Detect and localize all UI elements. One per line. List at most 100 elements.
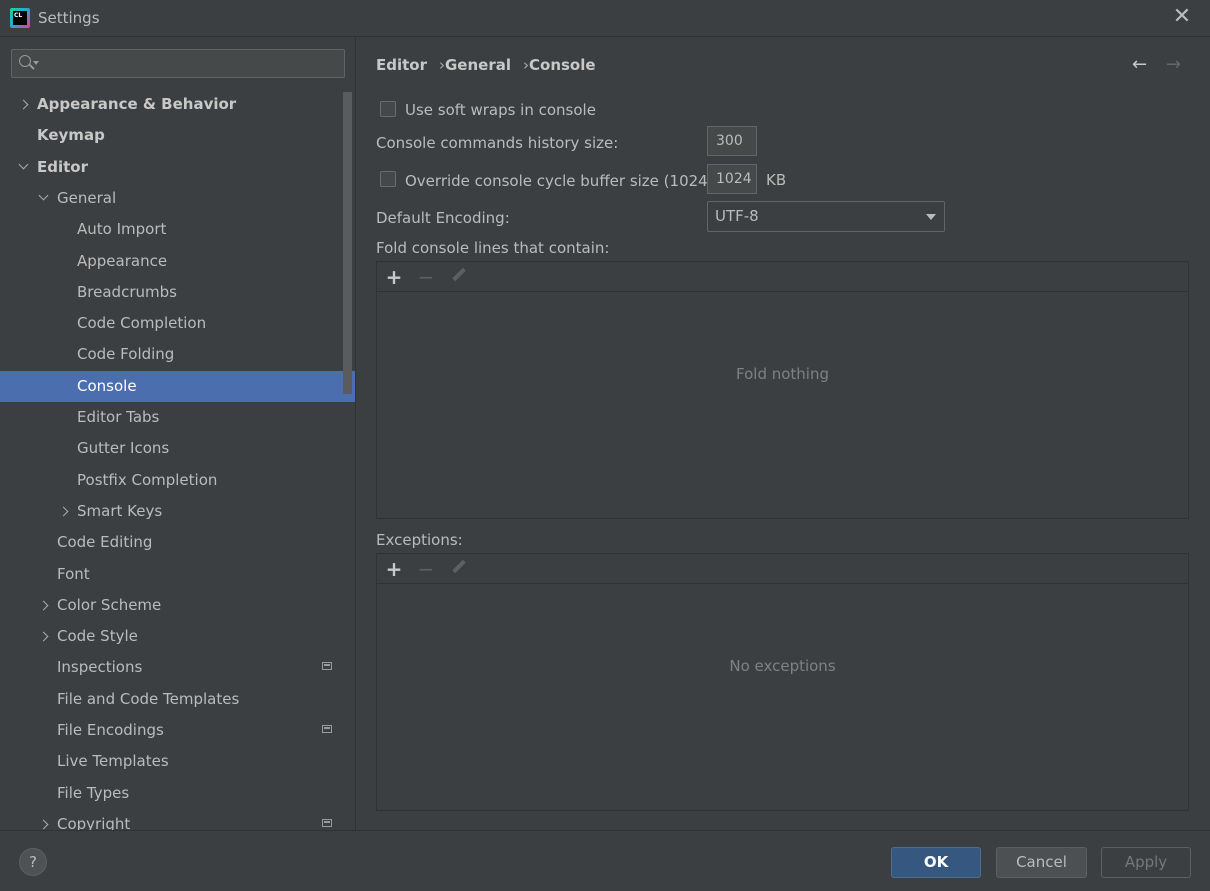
buffer-size-input[interactable]: 1024 [707, 164, 757, 194]
sidebar-item-copyright[interactable]: Copyright [0, 809, 355, 830]
sidebar-item-label: Console [77, 377, 137, 395]
sidebar-item-label: General [57, 189, 117, 207]
history-size-input[interactable]: 300 [707, 126, 757, 156]
sidebar-item-color-scheme[interactable]: Color Scheme [0, 590, 355, 621]
remove-icon[interactable]: − [417, 556, 435, 582]
sidebar-item-console[interactable]: Console [0, 371, 355, 402]
cancel-button[interactable]: Cancel [996, 847, 1087, 878]
close-icon[interactable]: ✕ [1170, 6, 1194, 30]
sidebar-item-postfix-completion[interactable]: Postfix Completion [0, 465, 355, 496]
default-encoding-label: Default Encoding: [376, 209, 510, 227]
sidebar-item-label: Copyright [57, 815, 131, 830]
override-buffer-label[interactable]: Override console cycle buffer size (1024… [405, 172, 738, 190]
chevron-down-icon[interactable] [38, 183, 50, 214]
search-box[interactable] [11, 49, 345, 78]
chevron-right-icon[interactable] [58, 496, 70, 527]
project-scope-icon [322, 819, 332, 827]
sidebar-item-label: File Types [57, 784, 130, 802]
dialog-button-bar: ? OK Cancel Apply [0, 830, 1210, 891]
sidebar-item-label: Code Style [57, 627, 138, 645]
sidebar-item-label: Live Templates [57, 752, 169, 770]
remove-icon[interactable]: − [417, 264, 435, 290]
ok-button[interactable]: OK [891, 847, 981, 878]
fold-lines-list[interactable]: + − Fold nothing [376, 261, 1189, 519]
exceptions-toolbar: + − [377, 554, 1188, 584]
soft-wraps-label[interactable]: Use soft wraps in console [405, 101, 596, 119]
project-scope-icon [322, 725, 332, 733]
sidebar-item-code-style[interactable]: Code Style [0, 621, 355, 652]
settings-sidebar: Appearance & Behavior Keymap Editor General… [0, 37, 356, 830]
edit-pencil-icon[interactable] [451, 268, 467, 284]
chevron-right-icon[interactable] [38, 809, 50, 830]
sidebar-item-file-and-code-templates[interactable]: File and Code Templates [0, 684, 355, 715]
sidebar-item-appearance[interactable]: Appearance [0, 246, 355, 277]
add-icon[interactable]: + [385, 264, 403, 290]
apply-button[interactable]: Apply [1101, 847, 1191, 878]
sidebar-item-gutter-icons[interactable]: Gutter Icons [0, 433, 355, 464]
search-history-dropdown-icon[interactable] [33, 61, 39, 65]
chevron-down-icon[interactable] [18, 152, 30, 183]
sidebar-item-label: File Encodings [57, 721, 164, 739]
breadcrumb: Editor ›General ›Console [376, 56, 596, 74]
edit-pencil-icon[interactable] [451, 560, 467, 576]
sidebar-item-label: Editor [37, 158, 88, 176]
chevron-right-icon[interactable] [38, 590, 50, 621]
history-size-label: Console commands history size: [376, 134, 619, 152]
sidebar-item-file-encodings[interactable]: File Encodings [0, 715, 355, 746]
sidebar-item-code-folding[interactable]: Code Folding [0, 339, 355, 370]
arrow-left-icon[interactable]: ← [1132, 54, 1154, 75]
sidebar-item-label: Code Folding [77, 345, 175, 363]
window-title: Settings [38, 9, 100, 27]
sidebar-item-label: Editor Tabs [77, 408, 160, 426]
soft-wraps-checkbox[interactable] [380, 101, 396, 117]
sidebar-item-label: Smart Keys [77, 502, 163, 520]
chevron-right-icon[interactable] [38, 621, 50, 652]
sidebar-item-label: Keymap [37, 126, 105, 144]
sidebar-item-label: Breadcrumbs [77, 283, 177, 301]
add-icon[interactable]: + [385, 556, 403, 582]
sidebar-item-code-editing[interactable]: Code Editing [0, 527, 355, 558]
sidebar-item-label: Appearance & Behavior [37, 95, 237, 113]
sidebar-item-label: Code Completion [77, 314, 207, 332]
sidebar-item-label: File and Code Templates [57, 690, 240, 708]
settings-content: Editor ›General ›Console ← → Use soft wrap… [356, 37, 1210, 830]
exceptions-empty-text: No exceptions [729, 657, 836, 675]
search-icon[interactable] [19, 55, 31, 67]
fold-lines-toolbar: + − [377, 262, 1188, 292]
sidebar-item-label: Appearance [77, 252, 168, 270]
sidebar-item-label: Color Scheme [57, 596, 162, 614]
sidebar-item-label: Code Editing [57, 533, 153, 551]
dropdown-arrow-icon [926, 214, 936, 220]
fold-lines-label: Fold console lines that contain: [376, 239, 610, 257]
sidebar-item-inspections[interactable]: Inspections [0, 652, 355, 683]
sidebar-item-live-templates[interactable]: Live Templates [0, 746, 355, 777]
override-buffer-checkbox[interactable] [380, 171, 396, 187]
sidebar-scrollbar[interactable] [343, 92, 352, 394]
title-bar: Settings ✕ [0, 0, 1210, 37]
sidebar-item-appearance-behavior[interactable]: Appearance & Behavior [0, 89, 355, 120]
chevron-right-icon[interactable] [18, 89, 30, 120]
project-scope-icon [322, 662, 332, 670]
sidebar-item-breadcrumbs[interactable]: Breadcrumbs [0, 277, 355, 308]
sidebar-item-general[interactable]: General [0, 183, 355, 214]
arrow-right-icon[interactable]: → [1166, 54, 1188, 75]
help-button[interactable]: ? [19, 848, 47, 876]
sidebar-item-font[interactable]: Font [0, 559, 355, 590]
fold-empty-text: Fold nothing [736, 365, 829, 383]
exceptions-list[interactable]: + − No exceptions [376, 553, 1189, 811]
sidebar-item-auto-import[interactable]: Auto Import [0, 214, 355, 245]
encoding-dropdown[interactable]: UTF-8 [707, 201, 945, 232]
sidebar-item-label: Postfix Completion [77, 471, 218, 489]
search-input[interactable] [42, 52, 336, 77]
sidebar-item-keymap[interactable]: Keymap [0, 120, 355, 151]
sidebar-item-editor[interactable]: Editor [0, 152, 355, 183]
breadcrumb-item[interactable]: Editor [376, 56, 427, 74]
breadcrumb-item[interactable]: Console [529, 56, 596, 74]
clion-logo-icon [10, 8, 30, 28]
sidebar-item-file-types[interactable]: File Types [0, 778, 355, 809]
breadcrumb-item[interactable]: General [445, 56, 511, 74]
sidebar-item-editor-tabs[interactable]: Editor Tabs [0, 402, 355, 433]
sidebar-item-label: Auto Import [77, 220, 167, 238]
sidebar-item-code-completion[interactable]: Code Completion [0, 308, 355, 339]
sidebar-item-smart-keys[interactable]: Smart Keys [0, 496, 355, 527]
